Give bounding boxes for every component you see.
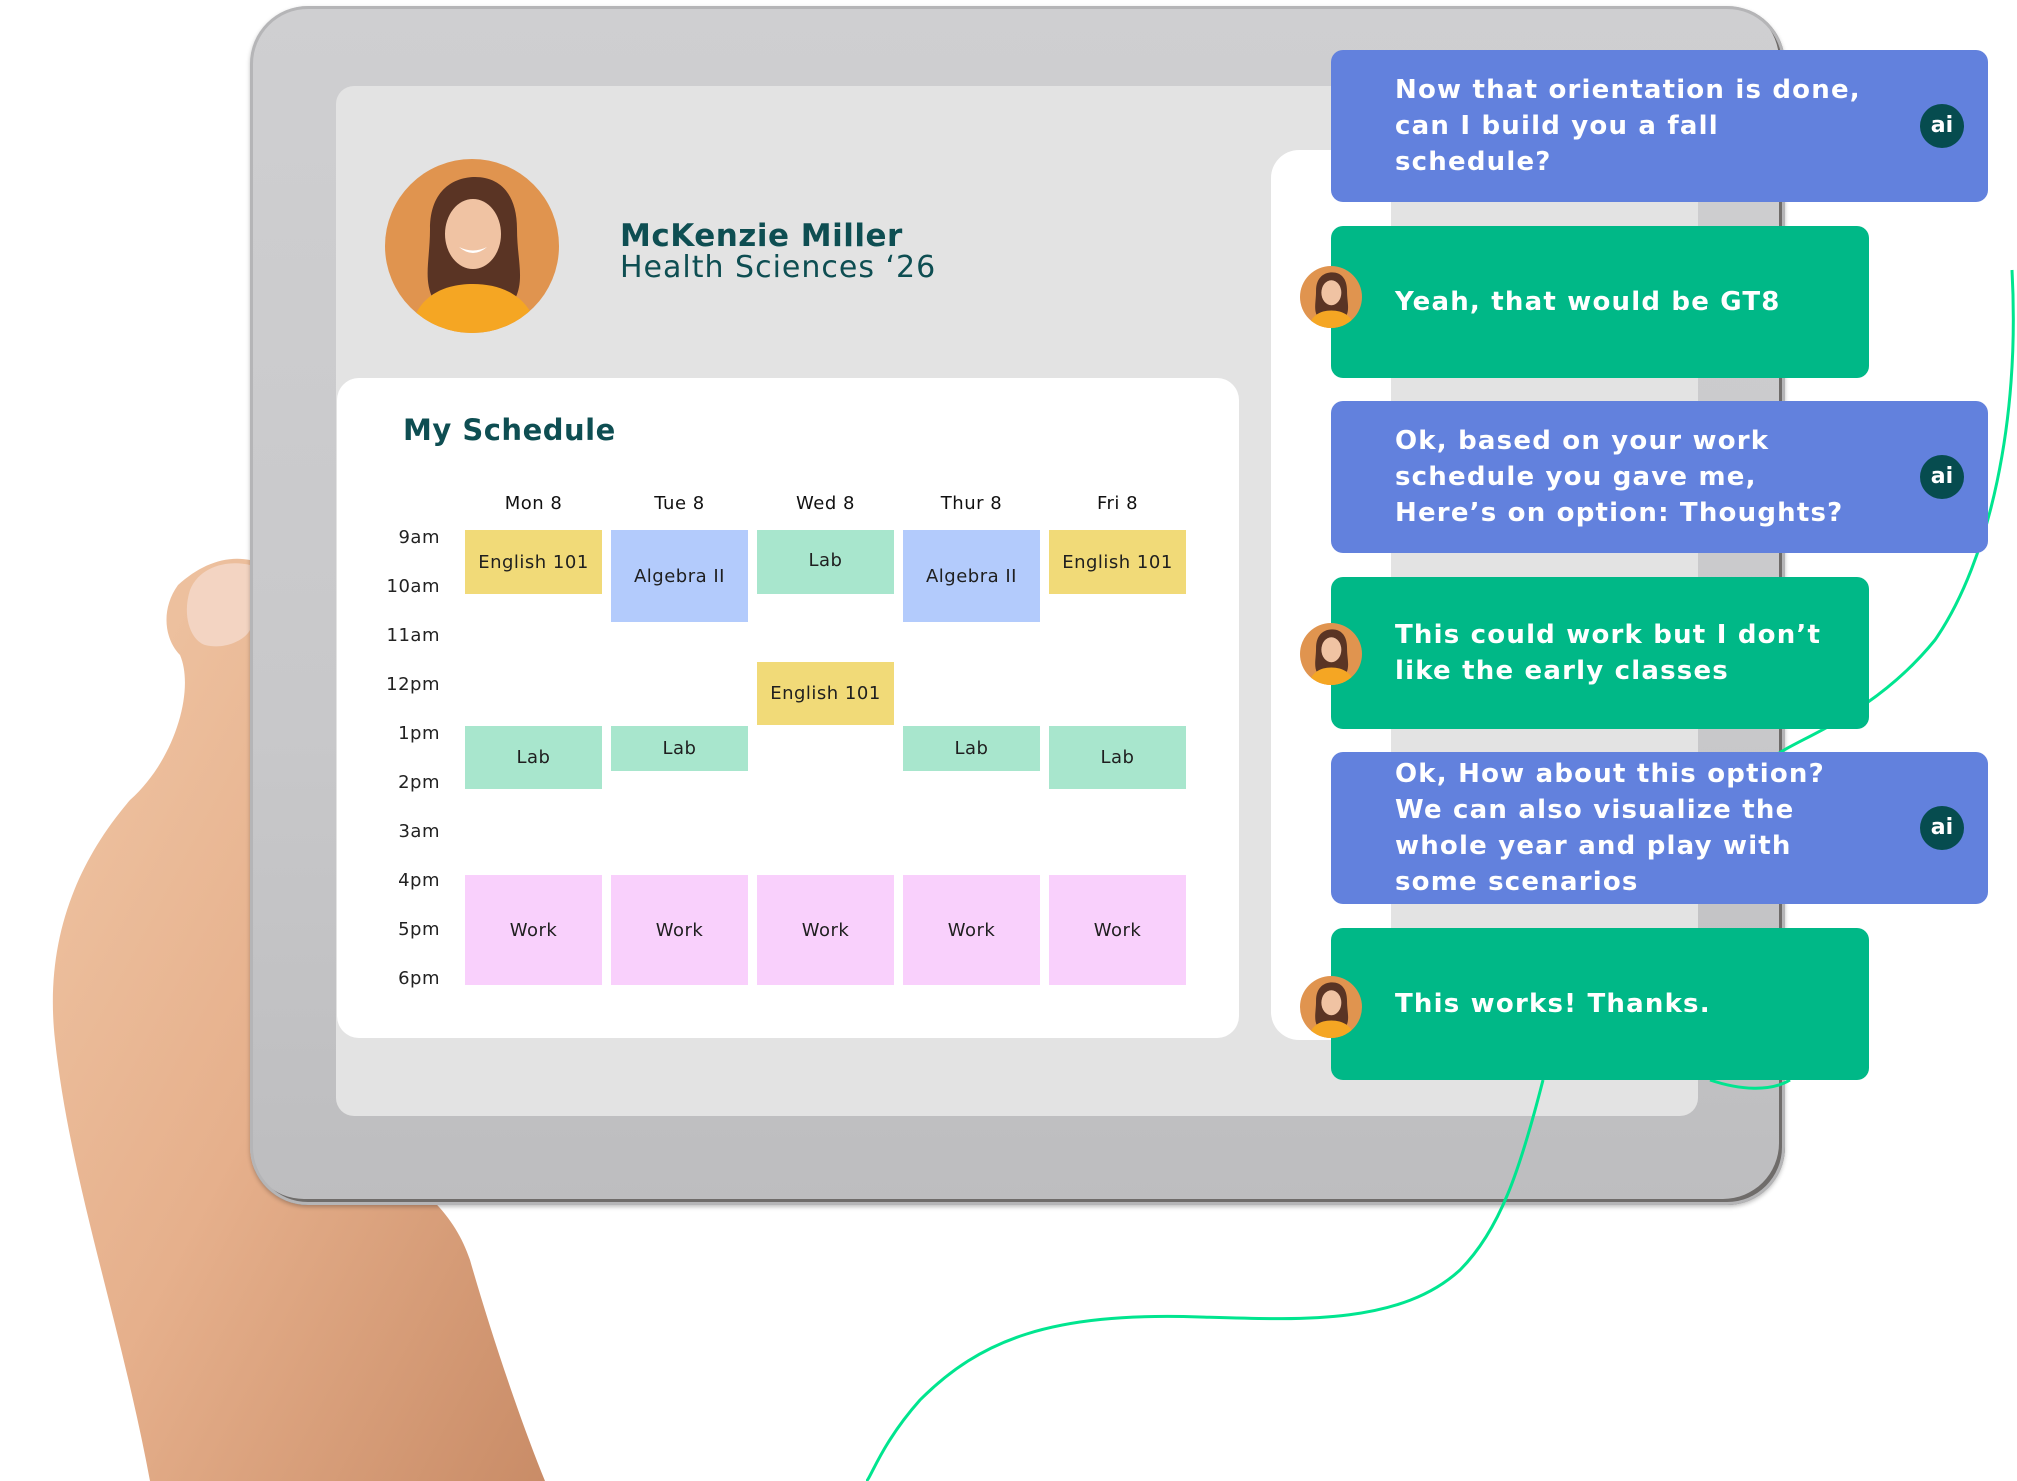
event-block-work[interactable]: Work (611, 875, 748, 985)
ai-badge-icon: ai (1920, 455, 1964, 499)
day-header-fri: Fri 8 (1096, 493, 1139, 514)
event-block-lab[interactable]: Lab (757, 530, 894, 594)
day-header-mon: Mon 8 (504, 493, 563, 514)
time-label: 4pm (398, 870, 440, 891)
event-block-english[interactable]: English 101 (465, 530, 602, 594)
day-header-tue: Tue 8 (654, 493, 705, 514)
event-block-work[interactable]: Work (757, 875, 894, 985)
profile-avatar (385, 159, 559, 333)
event-block-work[interactable]: Work (1049, 875, 1186, 985)
time-label: 6pm (398, 968, 440, 989)
ai-badge-icon: ai (1920, 104, 1964, 148)
message-text: Yeah, that would be GT8 (1395, 287, 1781, 317)
event-block-work[interactable]: Work (465, 875, 602, 985)
time-label: 12pm (386, 674, 440, 695)
time-label: 3am (398, 821, 440, 842)
chat-bubble-user: This could work but I don’t like the ear… (1331, 577, 1869, 729)
time-label: 2pm (398, 772, 440, 793)
event-block-english[interactable]: English 101 (757, 662, 894, 725)
event-block-lab[interactable]: Lab (903, 726, 1040, 771)
student-program: Health Sciences ‘26 (620, 250, 937, 285)
message-text: This could work but I don’t like the ear… (1395, 620, 1822, 686)
chat-bubble-ai: Ok, based on your work schedule you gave… (1331, 401, 1988, 553)
day-header-wed: Wed 8 (796, 493, 855, 514)
user-avatar-icon (1300, 976, 1362, 1038)
time-label: 10am (386, 576, 440, 597)
event-block-lab[interactable]: Lab (465, 726, 602, 789)
user-avatar-icon (1300, 266, 1362, 328)
time-label: 11am (386, 625, 440, 646)
user-avatar-icon (1300, 623, 1362, 685)
event-block-english[interactable]: English 101 (1049, 530, 1186, 594)
chat-bubble-ai: Now that orientation is done, can I buil… (1331, 50, 1988, 202)
event-block-algebra[interactable]: Algebra II (611, 530, 748, 622)
time-label: 9am (398, 527, 440, 548)
schedule-title: My Schedule (403, 413, 616, 447)
time-label: 1pm (398, 723, 440, 744)
message-text: Ok, How about this option? We can also v… (1395, 759, 1825, 897)
message-text: Ok, based on your work schedule you gave… (1395, 426, 1844, 528)
chat-bubble-ai: Ok, How about this option? We can also v… (1331, 752, 1988, 904)
event-block-lab[interactable]: Lab (1049, 726, 1186, 789)
chat-bubble-user: Yeah, that would be GT8 (1331, 226, 1869, 378)
chat-bubble-user: This works! Thanks. (1331, 928, 1869, 1080)
time-label: 5pm (398, 919, 440, 940)
event-block-algebra[interactable]: Algebra II (903, 530, 1040, 622)
ai-badge-icon: ai (1920, 806, 1964, 850)
message-text: This works! Thanks. (1395, 989, 1711, 1019)
day-header-thur: Thur 8 (940, 493, 1003, 514)
message-text: Now that orientation is done, can I buil… (1395, 75, 1861, 177)
student-name: McKenzie Miller (620, 218, 903, 254)
event-block-work[interactable]: Work (903, 875, 1040, 985)
student-portrait-icon (385, 159, 559, 333)
event-block-lab[interactable]: Lab (611, 726, 748, 771)
